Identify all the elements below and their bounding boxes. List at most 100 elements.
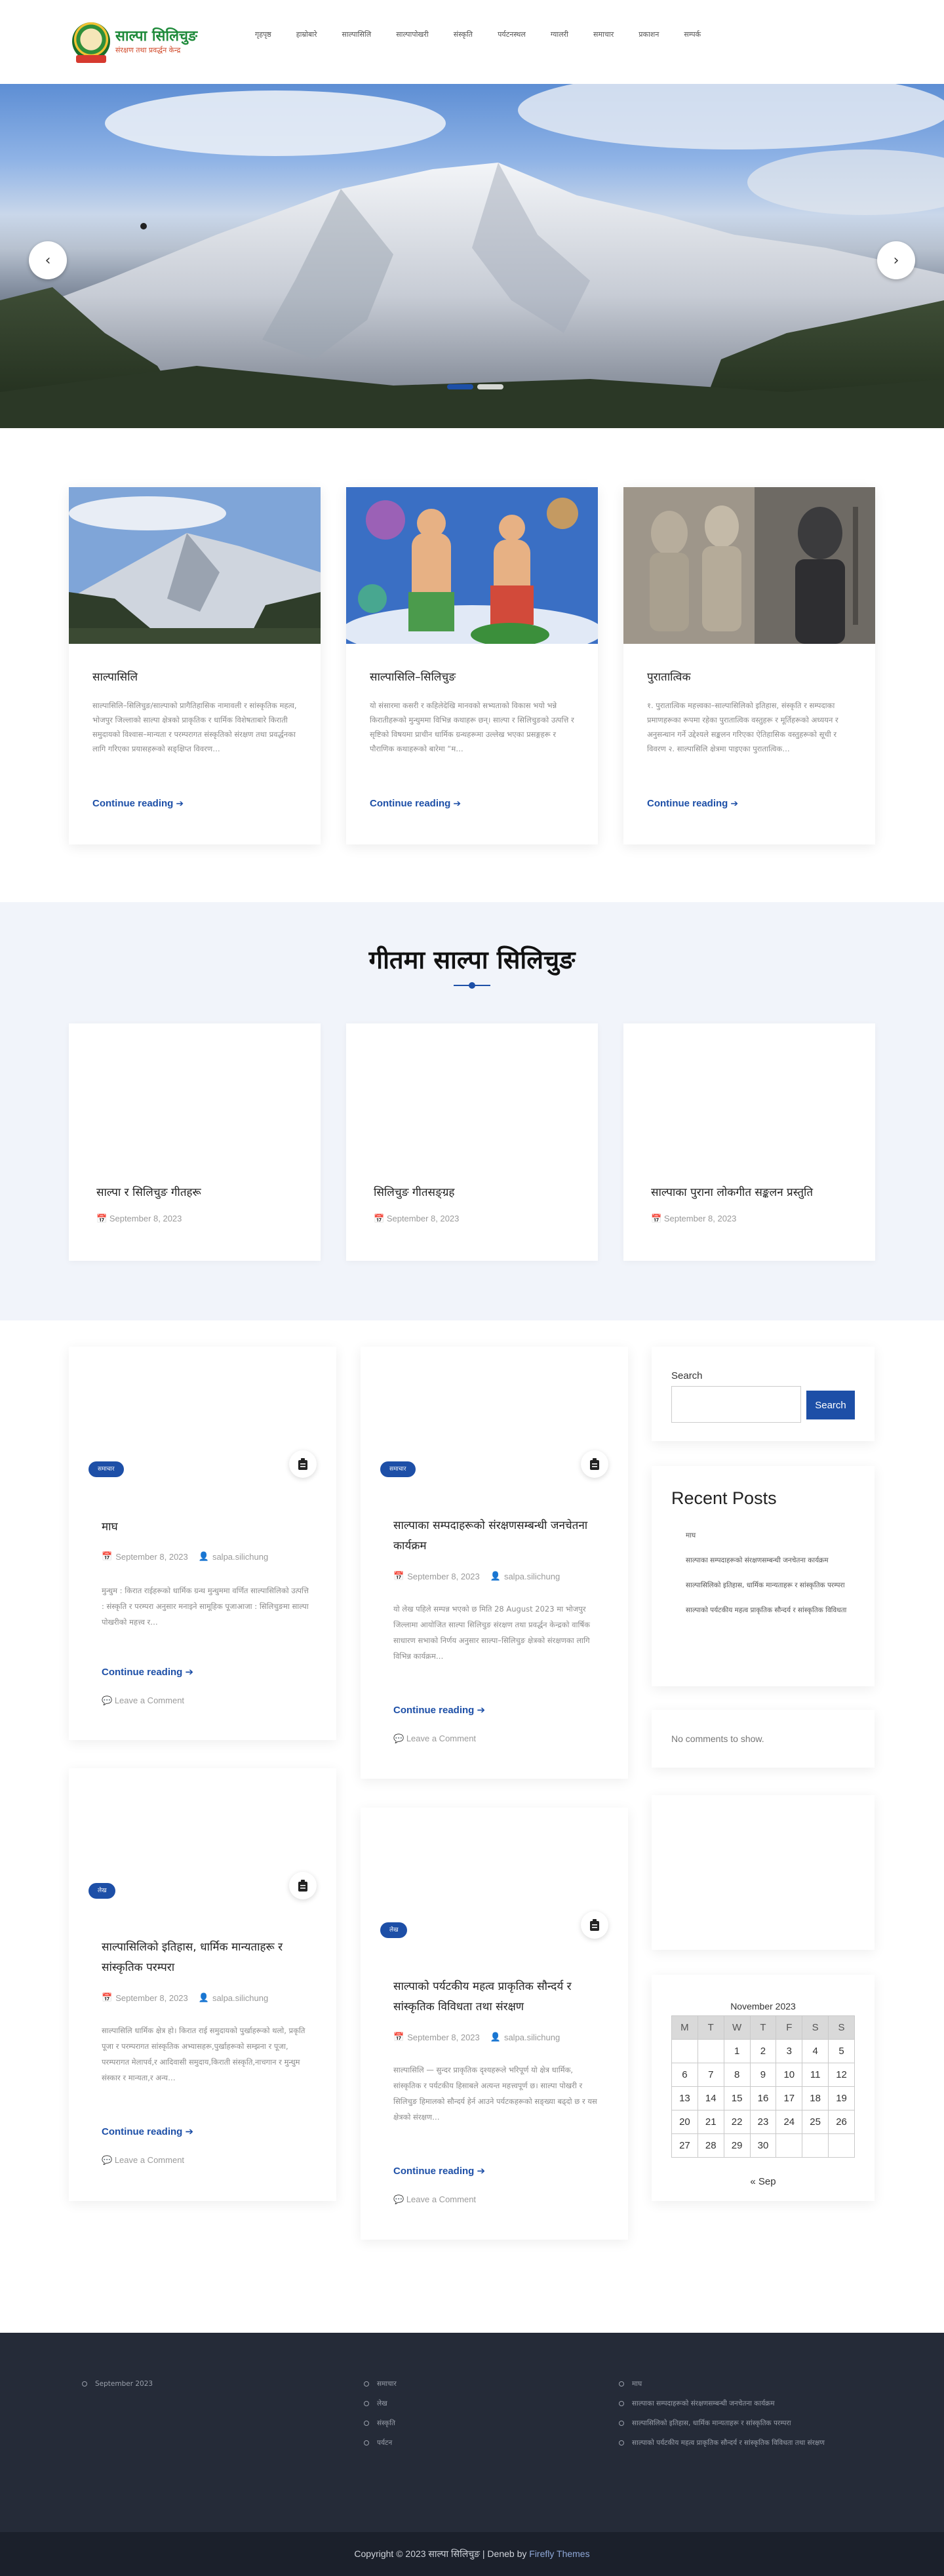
chevron-left-icon: ‹ (45, 252, 51, 269)
nav-item-culture[interactable]: संस्कृति (441, 29, 485, 41)
post-author[interactable]: 👤 salpa.silichung (490, 1571, 560, 1581)
footer-recent-item[interactable]: साल्पाको पर्यटकीय महत्व प्राकृतिक सौन्दर… (619, 2436, 842, 2449)
song-date-text: September 8, 2023 (663, 1214, 737, 1223)
category-badge[interactable]: समाचार (88, 1461, 124, 1477)
user-icon: 👤 (490, 2032, 501, 2042)
footer-category-item[interactable]: पर्यटन (364, 2436, 397, 2449)
site-logo[interactable]: साल्पा सिलिचुङ संरक्षण तथा प्रवर्द्धन के… (72, 21, 216, 63)
search-button[interactable]: Search (806, 1391, 855, 1419)
calendar-body: 1 2 3 4 5 6 7 8 9 10 11 12 13 14 15 16 17 18 19 20 21 22 23 24 2… (671, 2039, 855, 2158)
recent-post-item[interactable]: माघ (671, 1528, 856, 1543)
nav-item-home[interactable]: गृहपृष्ठ (243, 29, 284, 41)
leave-comment-link[interactable]: 💬 Leave a Comment (102, 1695, 184, 1706)
calendar-day-cell (828, 2133, 855, 2158)
slider-dot-1[interactable] (447, 384, 473, 389)
search-input[interactable] (671, 1386, 801, 1423)
category-badge[interactable]: समाचार (380, 1461, 416, 1477)
leave-comment-link[interactable]: 💬 Leave a Comment (102, 2155, 184, 2166)
continue-reading-link[interactable]: Continue reading ➔ (370, 798, 461, 809)
recent-post-item[interactable]: साल्पाका सम्पदाहरूको संरक्षणसम्बन्धी जनच… (671, 1553, 856, 1568)
logo-subtitle: संरक्षण तथा प्रवर्द्धन केन्द्र (115, 45, 181, 54)
post-card: समाचार माघ 📅 September 8, 2023 👤 salpa.sil… (69, 1347, 336, 1740)
song-card[interactable]: साल्पा र सिलिचुङ गीतहरू 📅 September 8, 2… (69, 1023, 321, 1261)
feature-title[interactable]: पुरातात्विक (647, 669, 852, 684)
nav-item-salpa-pond[interactable]: साल्पापोखरी (384, 29, 441, 41)
recent-post-item[interactable]: साल्पाको पर्यटकीय महत्व प्राकृतिक सौन्दर… (671, 1602, 856, 1618)
leave-comment-link[interactable]: 💬 Leave a Comment (393, 2194, 476, 2205)
calendar-day-cell: 11 (802, 2063, 829, 2087)
calendar-icon: 📅 (102, 1551, 113, 1561)
recent-post-item[interactable]: साल्पासिलिको इतिहास, धार्मिक मान्यताहरू … (671, 1577, 856, 1593)
leave-comment-label: Leave a Comment (406, 2194, 477, 2204)
footer-category-item[interactable]: लेख (364, 2397, 397, 2410)
calendar-table: M T W T F S S 1 2 3 4 5 6 7 8 9 10 11 12 13 14 15 16 17 1… (671, 2015, 855, 2158)
post-title[interactable]: माघ (102, 1517, 311, 1537)
post-author[interactable]: 👤 salpa.silichung (199, 1551, 268, 1562)
continue-reading-label: Continue reading (393, 1705, 475, 1716)
continue-reading-link[interactable]: Continue reading ➔ (647, 798, 738, 809)
theme-credit-link[interactable]: Firefly Themes (529, 2548, 589, 2559)
post-title[interactable]: साल्पाका सम्पदाहरूको संरक्षणसम्बन्धी जनच… (393, 1516, 603, 1556)
calendar-day-cell: 15 (723, 2086, 751, 2110)
footer-recent-item[interactable]: साल्पाका सम्पदाहरूको संरक्षणसम्बन्धी जनच… (619, 2397, 842, 2410)
calendar-icon: 📅 (102, 1992, 113, 2002)
nav-item-news[interactable]: समाचार (581, 29, 626, 41)
arrow-right-icon: ➔ (477, 2166, 486, 2177)
nav-item-publication[interactable]: प्रकाशन (626, 29, 671, 41)
clipboard-icon (581, 1450, 608, 1478)
song-title[interactable]: सिलिचुङ गीतसङ्ग्रह (374, 1184, 583, 1199)
hero-mountain-image (0, 84, 944, 428)
footer-category-item[interactable]: संस्कृति (364, 2417, 397, 2430)
continue-reading-link[interactable]: Continue reading ➔ (92, 798, 184, 809)
feature-image-statues[interactable] (623, 487, 875, 644)
feature-image-mountain[interactable] (69, 487, 321, 644)
slider-next-button[interactable]: › (877, 241, 915, 279)
feature-title[interactable]: साल्पासिलि–सिलिचुङ (370, 669, 574, 684)
post-title[interactable]: साल्पासिलिको इतिहास, धार्मिक मान्यताहरू … (102, 1937, 311, 1978)
category-badge[interactable]: लेख (88, 1883, 116, 1899)
continue-reading-link[interactable]: Continue reading ➔ (102, 2126, 193, 2137)
leave-comment-label: Leave a Comment (114, 1695, 185, 1705)
calendar-day-cell: 30 (749, 2133, 777, 2158)
post-title[interactable]: साल्पाको पर्यटकीय महत्व प्राकृतिक सौन्दर… (393, 1977, 603, 2017)
song-title[interactable]: साल्पाका पुराना लोकगीत सङ्कलन प्रस्तुति (651, 1184, 861, 1199)
footer-recent-item[interactable]: माघ (619, 2377, 842, 2390)
continue-reading-link[interactable]: Continue reading ➔ (393, 2165, 485, 2177)
nav-item-contact[interactable]: सम्पर्क (671, 29, 713, 41)
recent-posts-list: माघ साल्पाका सम्पदाहरूको संरक्षणसम्बन्धी… (671, 1528, 856, 1627)
continue-reading-label: Continue reading (647, 798, 728, 809)
calendar-day-cell: 19 (828, 2086, 855, 2110)
song-card[interactable]: सिलिचुङ गीतसङ्ग्रह 📅 September 8, 2023 (346, 1023, 598, 1261)
post-meta: 📅 September 8, 2023 👤 salpa.silichung (393, 2032, 560, 2042)
song-date: 📅 September 8, 2023 (374, 1214, 459, 1224)
footer-archive-item[interactable]: September 2023 (82, 2377, 153, 2390)
post-author[interactable]: 👤 salpa.silichung (490, 2032, 560, 2042)
feature-image-deities[interactable] (346, 487, 598, 644)
nav-item-salpasili[interactable]: साल्पासिलि (330, 29, 384, 41)
post-author[interactable]: 👤 salpa.silichung (199, 1992, 268, 2003)
feature-title[interactable]: साल्पासिलि (92, 669, 297, 684)
nav-item-gallery[interactable]: ग्यालरी (538, 29, 581, 41)
footer-category-item[interactable]: समाचार (364, 2377, 397, 2390)
category-badge[interactable]: लेख (380, 1922, 408, 1938)
calendar-day-cell (671, 2039, 698, 2063)
slider-dot-2[interactable] (477, 384, 503, 389)
calendar-day-cell: 16 (749, 2086, 777, 2110)
calendar-day-cell: 2 (749, 2039, 777, 2063)
nav-item-about[interactable]: हाम्रोबारे (284, 29, 330, 41)
calendar-day-cell: 10 (776, 2063, 803, 2087)
leave-comment-link[interactable]: 💬 Leave a Comment (393, 1734, 476, 1744)
hero-slider: ‹ › (0, 84, 944, 428)
continue-reading-link[interactable]: Continue reading ➔ (102, 1666, 193, 1678)
calendar-day-cell: 17 (776, 2086, 803, 2110)
calendar-prev-link[interactable]: « Sep (671, 2176, 855, 2187)
continue-reading-link[interactable]: Continue reading ➔ (393, 1704, 485, 1716)
post-author-text: salpa.silichung (503, 2032, 560, 2042)
footer-recent-item[interactable]: साल्पासिलिको इतिहास, धार्मिक मान्यताहरू … (619, 2417, 842, 2430)
song-card[interactable]: साल्पाका पुराना लोकगीत सङ्कलन प्रस्तुति … (623, 1023, 875, 1261)
song-title[interactable]: साल्पा र सिलिचुङ गीतहरू (96, 1184, 306, 1199)
slider-prev-button[interactable]: ‹ (29, 241, 67, 279)
post-date-text: September 8, 2023 (115, 1992, 188, 2003)
nav-item-tourism[interactable]: पर्यटनस्थल (485, 29, 538, 41)
post-excerpt: यो लेख पहिले सम्पन्न भएको छ मिति 28 Augu… (393, 1604, 590, 1661)
